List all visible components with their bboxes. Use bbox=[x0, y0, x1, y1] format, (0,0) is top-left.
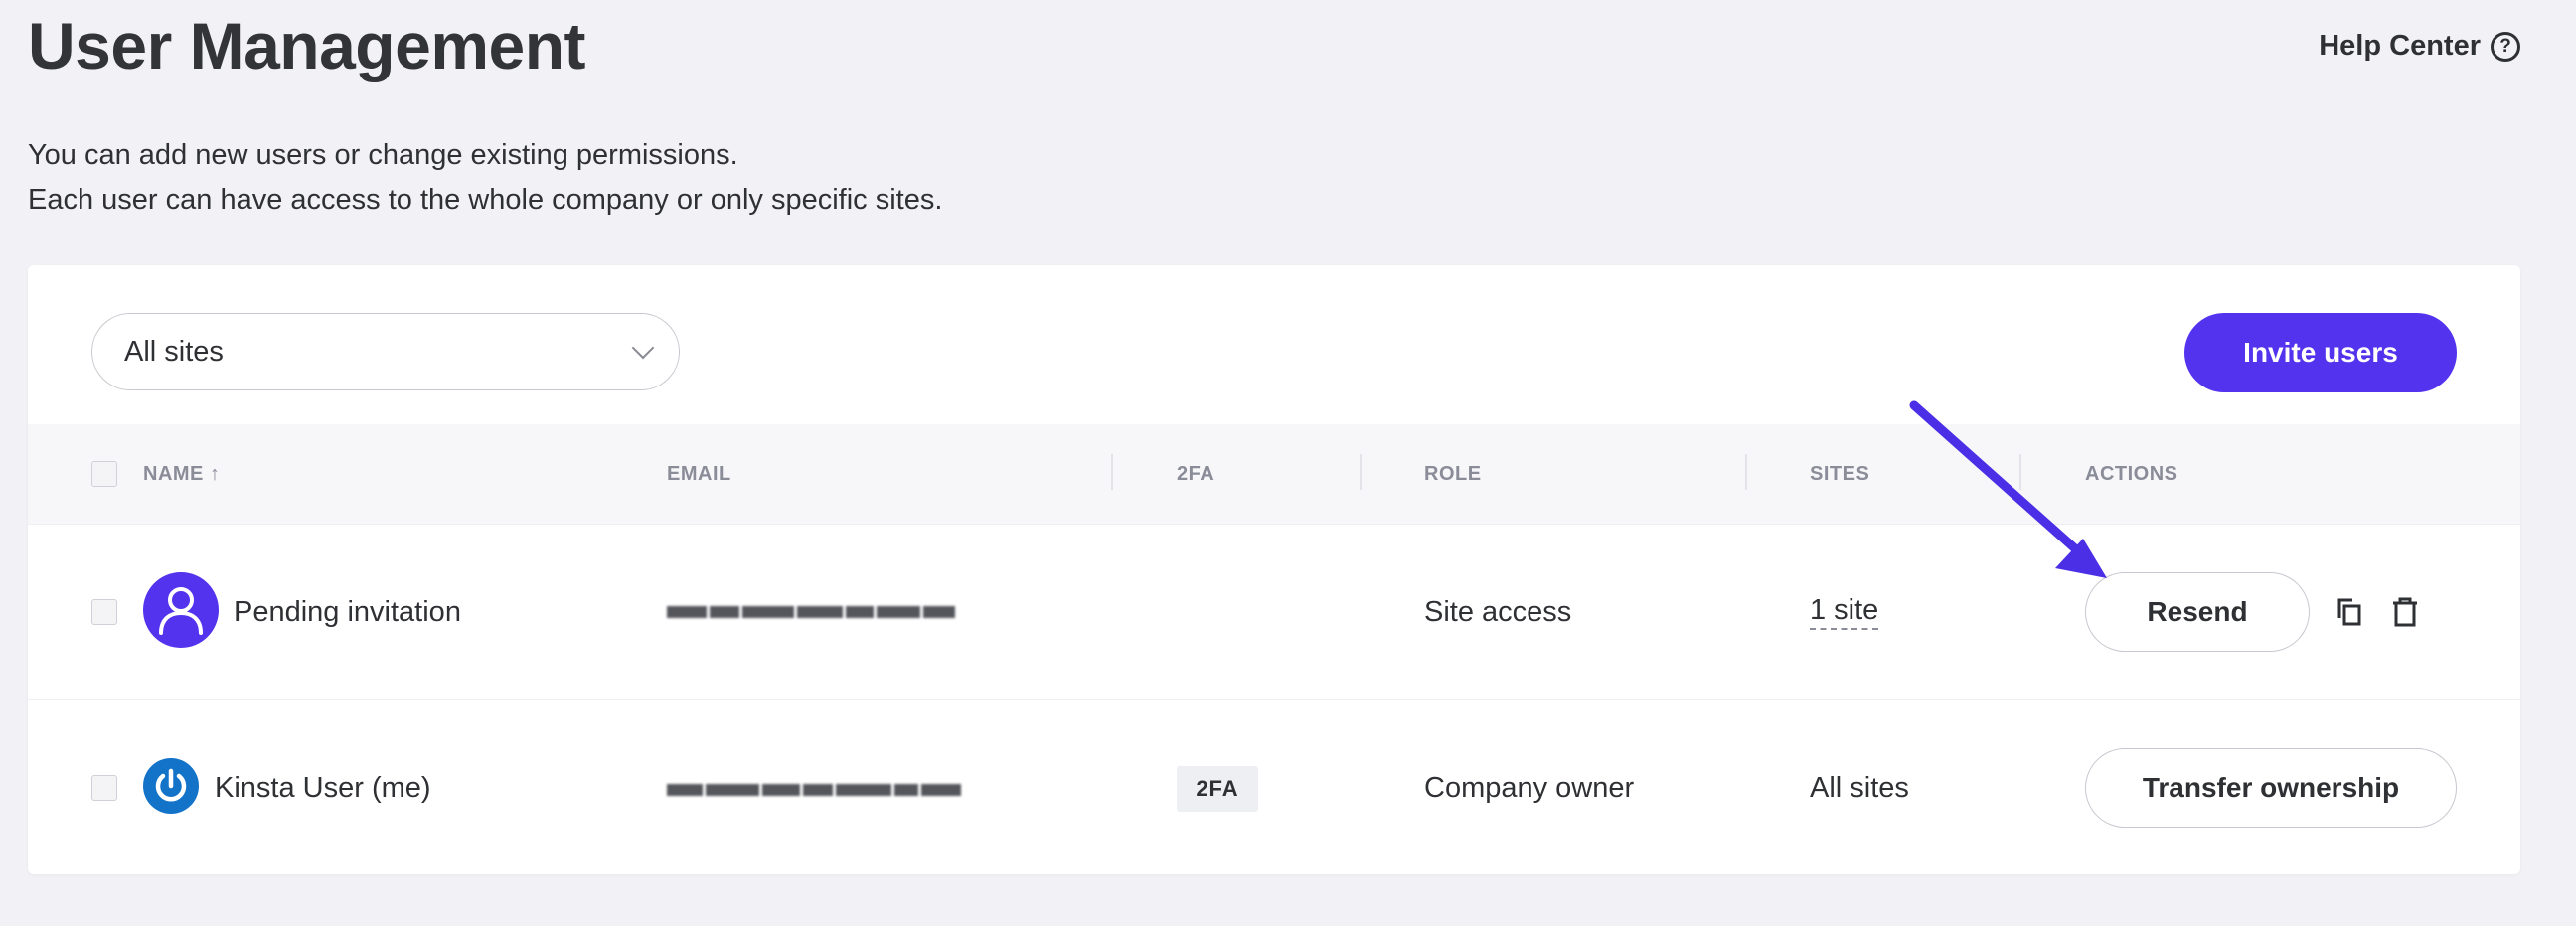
page-title: User Management bbox=[28, 9, 586, 82]
user-email-redacted bbox=[667, 778, 961, 802]
users-toolbar: All sites Invite users bbox=[28, 265, 2520, 424]
column-header-role: ROLE bbox=[1424, 462, 1482, 485]
user-email-redacted bbox=[667, 600, 955, 624]
transfer-ownership-button[interactable]: Transfer ownership bbox=[2085, 748, 2457, 828]
site-filter-select[interactable]: All sites bbox=[91, 313, 680, 390]
row-checkbox[interactable] bbox=[91, 775, 117, 801]
help-center-label: Help Center bbox=[2319, 30, 2481, 62]
users-card: All sites Invite users NAME ↑ EMAIL 2FA … bbox=[28, 265, 2520, 874]
table-row: Kinsta User (me) 2FA Company owner All s… bbox=[28, 699, 2520, 874]
user-role: Site access bbox=[1424, 595, 1572, 628]
intro-text: You can add new users or change existing… bbox=[28, 133, 942, 223]
user-name: Pending invitation bbox=[234, 595, 461, 628]
question-circle-icon: ? bbox=[2491, 31, 2520, 62]
copy-icon[interactable] bbox=[2332, 594, 2367, 630]
column-header-sites: SITES bbox=[1810, 462, 1870, 485]
invite-users-button[interactable]: Invite users bbox=[2184, 313, 2457, 392]
column-divider bbox=[1360, 454, 1362, 490]
column-header-name[interactable]: NAME ↑ bbox=[143, 424, 220, 524]
table-header: NAME ↑ EMAIL 2FA ROLE SITES ACTIONS bbox=[28, 424, 2520, 524]
user-icon bbox=[143, 572, 219, 648]
column-header-actions: ACTIONS bbox=[2085, 462, 2178, 485]
twofa-badge: 2FA bbox=[1177, 766, 1258, 812]
column-divider bbox=[1745, 454, 1747, 490]
select-all-checkbox[interactable] bbox=[91, 461, 117, 487]
column-header-2fa: 2FA bbox=[1177, 462, 1215, 485]
user-name: Kinsta User (me) bbox=[215, 771, 431, 804]
column-divider bbox=[1111, 454, 1113, 490]
chevron-down-icon bbox=[631, 336, 655, 360]
row-checkbox[interactable] bbox=[91, 599, 117, 625]
help-center-link[interactable]: Help Center ? bbox=[2319, 30, 2520, 63]
user-sites-link[interactable]: 1 site bbox=[1810, 594, 1879, 630]
user-sites[interactable]: 1 site bbox=[1810, 525, 1879, 699]
kinsta-power-icon bbox=[143, 758, 199, 814]
user-sites: All sites bbox=[1810, 771, 1909, 804]
site-filter-value: All sites bbox=[124, 335, 224, 368]
column-divider bbox=[2019, 454, 2021, 490]
trash-icon[interactable] bbox=[2387, 594, 2423, 630]
intro-line-2: Each user can have access to the whole c… bbox=[28, 184, 943, 216]
resend-button[interactable]: Resend bbox=[2085, 572, 2310, 652]
user-role: Company owner bbox=[1424, 771, 1635, 804]
table-row: Pending invitation Site access 1 site Re… bbox=[28, 524, 2520, 699]
column-header-email: EMAIL bbox=[667, 462, 731, 485]
intro-line-1: You can add new users or change existing… bbox=[28, 139, 738, 171]
